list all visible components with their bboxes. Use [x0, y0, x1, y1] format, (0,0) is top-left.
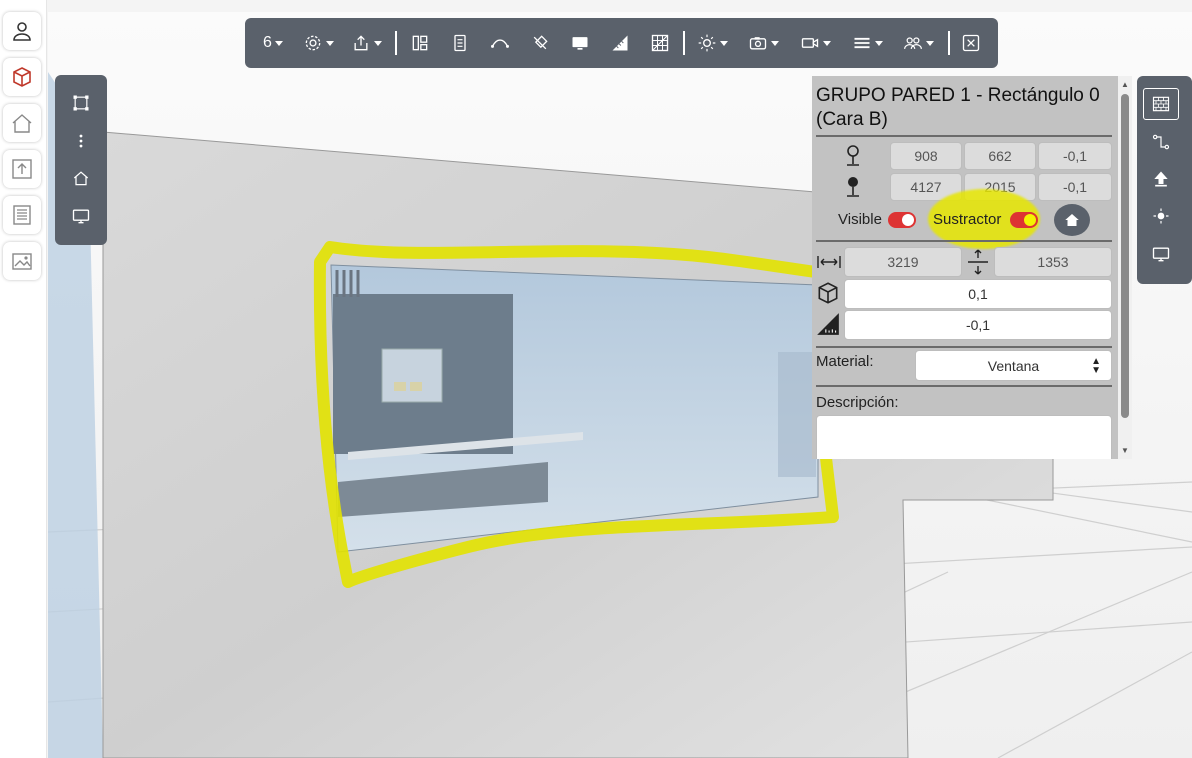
grid-icon — [651, 34, 669, 52]
settings-icon — [305, 35, 321, 51]
path-button[interactable] — [1137, 128, 1185, 156]
export-menu[interactable] — [351, 30, 382, 56]
upload-button[interactable] — [3, 150, 41, 188]
level-label: 6 — [263, 34, 272, 51]
user-icon — [13, 22, 31, 41]
screen-view-button[interactable] — [55, 202, 107, 230]
document-icon — [454, 34, 466, 52]
depth-cube-icon — [818, 282, 838, 304]
monitor-icon — [572, 37, 588, 50]
ruler-icon — [612, 35, 628, 51]
select-box-button[interactable] — [55, 89, 107, 117]
layout-button[interactable] — [410, 30, 430, 56]
camera-menu[interactable] — [748, 30, 779, 56]
elevation-ruler-icon — [817, 313, 839, 335]
left-sidebar — [0, 0, 47, 758]
description-textarea[interactable] — [816, 415, 1112, 459]
main-toolbar: 6 — [245, 18, 998, 68]
select-box-icon — [73, 95, 89, 111]
brush-icon — [533, 35, 548, 50]
brush-button[interactable] — [530, 30, 550, 56]
home-button[interactable] — [1054, 204, 1090, 236]
house-button[interactable] — [3, 104, 41, 142]
ruler-button[interactable] — [610, 30, 630, 56]
settings-menu[interactable] — [303, 30, 334, 56]
users-menu[interactable] — [903, 30, 934, 56]
house-icon — [12, 114, 32, 133]
raise-button[interactable] — [1137, 165, 1185, 193]
start-z-field[interactable]: -0,1 — [1038, 142, 1112, 170]
level-selector[interactable]: 6 — [263, 30, 283, 56]
visible-label: Visible — [838, 211, 882, 228]
house-icon — [1065, 214, 1079, 226]
layers-menu[interactable] — [852, 30, 883, 56]
monitor-icon — [72, 209, 90, 224]
visible-toggle[interactable] — [888, 212, 916, 228]
grid-button[interactable] — [650, 30, 670, 56]
height-icon — [968, 249, 988, 275]
sun-icon — [1153, 208, 1169, 224]
camera-icon — [749, 37, 767, 50]
user-button[interactable] — [3, 12, 41, 50]
start-pin-icon — [847, 145, 859, 166]
images-button[interactable] — [3, 242, 41, 280]
select-arrows-icon: ▲ ▼ — [1091, 356, 1101, 376]
video-menu[interactable] — [800, 30, 831, 56]
panel-scrollbar[interactable]: ▲ ▼ — [1118, 76, 1132, 459]
material-value: Ventana — [987, 357, 1040, 374]
width-icon — [817, 256, 841, 268]
document-list-button[interactable] — [3, 196, 41, 234]
monitor-icon — [1152, 247, 1170, 262]
curve-icon — [491, 39, 509, 48]
depth-field[interactable]: 0,1 — [844, 279, 1112, 309]
view-tools-right — [1137, 76, 1192, 284]
sustractor-toggle[interactable] — [1010, 212, 1038, 228]
sustractor-label: Sustractor — [933, 211, 1002, 228]
scroll-thumb[interactable] — [1121, 94, 1129, 418]
start-x-field[interactable]: 908 — [890, 142, 962, 170]
material-label: Material: — [816, 353, 874, 370]
width-field[interactable]: 3219 — [844, 247, 962, 277]
more-button[interactable] — [55, 127, 107, 155]
scroll-down-icon[interactable]: ▼ — [1121, 446, 1129, 455]
scroll-up-icon[interactable]: ▲ — [1121, 80, 1129, 89]
sun-button[interactable] — [1137, 202, 1185, 230]
images-icon — [12, 253, 32, 270]
path-icon — [1152, 134, 1170, 150]
layers-icon — [854, 37, 870, 49]
brick-wall-button[interactable] — [1143, 88, 1179, 120]
home-view-button[interactable] — [55, 164, 107, 192]
screen-button[interactable] — [1137, 240, 1185, 268]
end-pin-icon — [847, 177, 859, 197]
upload-arrow-icon — [1154, 171, 1168, 187]
elevation-field[interactable]: -0,1 — [844, 310, 1112, 340]
panel-title: GRUPO PARED 1 - Rectángulo 0 (Cara B) — [816, 85, 1100, 130]
layout-icon — [412, 35, 428, 51]
sun-icon — [698, 34, 716, 52]
curve-button[interactable] — [490, 30, 510, 56]
lighting-menu[interactable] — [697, 30, 728, 56]
close-icon — [962, 34, 980, 52]
properties-panel: GRUPO PARED 1 - Rectángulo 0 (Cara B) 90… — [812, 76, 1132, 459]
start-y-field[interactable]: 662 — [964, 142, 1036, 170]
upload-icon — [12, 159, 32, 179]
view-tools-left — [55, 75, 107, 245]
height-field[interactable]: 1353 — [994, 247, 1112, 277]
description-label: Descripción: — [816, 394, 899, 411]
video-icon — [801, 38, 819, 48]
3d-view-button[interactable] — [3, 58, 41, 96]
more-icon — [79, 134, 83, 148]
document-list-icon — [13, 205, 31, 225]
export-icon — [354, 35, 368, 51]
monitor-button[interactable] — [570, 30, 590, 56]
document-button[interactable] — [450, 30, 470, 56]
material-select[interactable]: Ventana ▲ ▼ — [915, 350, 1112, 381]
users-icon — [904, 37, 922, 49]
brick-wall-icon — [1152, 96, 1170, 112]
end-z-field[interactable]: -0,1 — [1038, 173, 1112, 201]
home-icon — [73, 171, 89, 186]
cube-icon — [13, 67, 31, 87]
close-button[interactable] — [961, 30, 981, 56]
